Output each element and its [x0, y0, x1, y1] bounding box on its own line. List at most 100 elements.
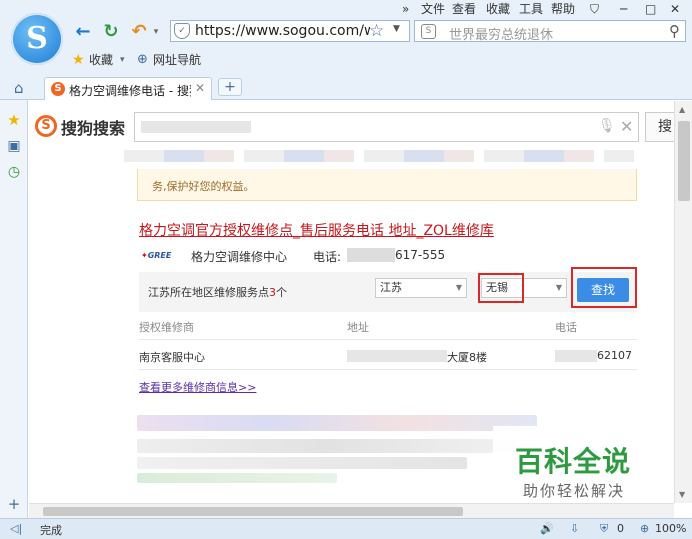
- tab-close-icon[interactable]: ✕: [195, 81, 205, 95]
- favorites-dropdown-icon[interactable]: ▾: [120, 52, 125, 68]
- status-count: 0: [617, 522, 624, 535]
- address-redacted: [347, 350, 447, 362]
- col-dealer: 授权维修商: [139, 321, 194, 334]
- search-button[interactable]: 搜: [645, 112, 674, 142]
- bookmark-site-nav[interactable]: 网址导航: [153, 52, 201, 68]
- filter-text: 江苏所在地区维修服务点3个: [148, 284, 287, 300]
- zoom-level[interactable]: 100%: [655, 522, 686, 535]
- phone-number: 617-555: [395, 248, 446, 262]
- browser-search-bar[interactable]: S 世界最穷总统退休 ⚲: [414, 20, 686, 43]
- query-input[interactable]: 🎙 ✕: [134, 112, 639, 142]
- horizontal-scrollbar[interactable]: [29, 503, 674, 518]
- address-input[interactable]: https://www.sogou.com/we: [195, 23, 370, 39]
- more-dealers-link[interactable]: 查看更多维修商信息>>: [139, 379, 256, 395]
- tab-strip: ⌂ S 格力空调维修电话 - 搜狗 ✕ +: [0, 74, 692, 100]
- sogou-browser-logo[interactable]: S: [11, 13, 63, 65]
- divider: [139, 339, 637, 340]
- row-phone: 62107: [597, 349, 632, 362]
- home-icon[interactable]: ⌂: [14, 79, 24, 97]
- refresh-icon[interactable]: ↻: [100, 22, 122, 42]
- sidebar-add-icon[interactable]: +: [6, 496, 22, 512]
- filter-count: 3: [269, 286, 276, 299]
- microphone-icon[interactable]: 🎙: [598, 118, 616, 134]
- scroll-down-icon[interactable]: ▼: [679, 490, 685, 499]
- result-title-link[interactable]: 格力空调官方授权维修点_售后服务电话 地址_ZOL维修库: [139, 220, 494, 240]
- vertical-scrollbar[interactable]: ▲ ▼: [674, 101, 692, 503]
- blurred-result-line: [137, 457, 467, 469]
- status-bar: ◁| 完成 🔊 ⇩ ⛨ 0 ⊕ 100%: [0, 518, 692, 539]
- zoom-icon[interactable]: ⊕: [640, 522, 649, 535]
- scroll-up-icon[interactable]: ▲: [679, 105, 685, 114]
- maximize-icon[interactable]: □: [645, 1, 656, 17]
- tab-title: 格力空调维修电话 - 搜狗: [69, 84, 191, 98]
- center-name: 格力空调维修中心: [191, 250, 288, 264]
- address-bar[interactable]: ✓ https://www.sogou.com/we ☆ ▼: [170, 20, 410, 42]
- blurred-query-text: [141, 121, 251, 133]
- watermark-main: 百科全说: [515, 445, 632, 478]
- filter-suffix: 个: [276, 286, 287, 299]
- sidebar-history-icon[interactable]: ◷: [6, 164, 22, 180]
- gree-logo: ✦GREE: [141, 251, 171, 260]
- highlight-find: [571, 267, 637, 308]
- gree-logo-mark: ✦: [141, 251, 148, 260]
- page-viewport: S 搜狗搜索 🎙 ✕ 搜 务,保护好您的权益。 格力空调官方授权维修点_售后服务…: [29, 101, 674, 503]
- sidebar-notes-icon[interactable]: ▣: [6, 138, 22, 154]
- menu-view[interactable]: 查看: [452, 1, 476, 17]
- logo-text: 搜狗搜索: [61, 119, 126, 138]
- vertical-scroll-thumb[interactable]: [678, 121, 690, 201]
- tab-active[interactable]: S 格力空调维修电话 - 搜狗 ✕: [44, 77, 212, 100]
- gree-logo-text: GREE: [147, 251, 172, 260]
- globe-icon: ⊕: [137, 52, 148, 67]
- filter-prefix: 江苏所在地区维修服务点: [148, 286, 269, 299]
- row-dealer-name: 南京客服中心: [139, 351, 205, 364]
- divider: [139, 369, 637, 370]
- phone-label: 电话:: [313, 250, 342, 264]
- row-phone-redacted: [555, 350, 597, 362]
- status-text: 完成: [40, 524, 62, 537]
- blurred-result-title: [137, 415, 537, 431]
- shield-icon: ✓: [174, 23, 190, 39]
- undo-close-icon[interactable]: ↶: [128, 22, 150, 42]
- skin-icon[interactable]: ⛉: [590, 1, 599, 17]
- blurred-result-url: [137, 473, 337, 483]
- menu-expand-icon[interactable]: »: [402, 1, 409, 17]
- notice-box: 务,保护好您的权益。: [137, 169, 637, 201]
- bookmark-favorites[interactable]: 收藏: [89, 52, 113, 68]
- star-icon[interactable]: ☆: [369, 21, 384, 41]
- download-icon[interactable]: ⇩: [570, 522, 579, 535]
- search-engine-icon[interactable]: S: [421, 24, 436, 39]
- sogou-favicon-icon: S: [51, 82, 65, 96]
- province-value: 江苏: [380, 281, 402, 294]
- menu-favorites[interactable]: 收藏: [486, 1, 510, 17]
- watermark-sub: 助你轻松解决: [523, 482, 626, 500]
- browser-sidebar: ★ ▣ ◷ +: [0, 100, 28, 518]
- minimize-icon[interactable]: ─: [620, 1, 627, 17]
- col-phone: 电话: [555, 321, 577, 334]
- highlight-city: [478, 273, 524, 303]
- menu-file[interactable]: 文件: [421, 1, 445, 17]
- province-select[interactable]: 江苏 ▼: [375, 278, 467, 298]
- col-address: 地址: [347, 321, 369, 334]
- sidebar-favorites-icon[interactable]: ★: [6, 112, 22, 128]
- row-address: 大厦8楼: [447, 351, 487, 364]
- horizontal-scroll-thumb[interactable]: [43, 507, 463, 516]
- sidebar-toggle-icon[interactable]: ◁|: [10, 522, 22, 535]
- address-dropdown-icon[interactable]: ▼: [393, 24, 400, 34]
- favorites-star-icon: ★: [72, 52, 85, 68]
- browser-search-input[interactable]: 世界最穷总统退休: [449, 24, 553, 43]
- sound-icon[interactable]: 🔊: [540, 522, 554, 535]
- menu-tools[interactable]: 工具: [519, 1, 543, 17]
- chevron-down-icon: ▼: [555, 283, 562, 292]
- search-icon[interactable]: ⚲: [669, 22, 680, 40]
- new-tab-button[interactable]: +: [218, 78, 242, 96]
- undo-dropdown-icon[interactable]: ▾: [150, 22, 162, 42]
- back-icon[interactable]: ←: [72, 22, 94, 42]
- notice-text: 务,保护好您的权益。: [152, 180, 255, 193]
- close-window-icon[interactable]: ✕: [670, 1, 680, 17]
- clear-icon[interactable]: ✕: [620, 117, 633, 136]
- browser-toolbar: S » 文件 查看 收藏 工具 帮助 ⛉ ─ □ ✕ ← ↻ ↶ ▾ ✓ htt…: [0, 0, 692, 100]
- blurred-tabs-strip: [124, 150, 634, 162]
- shield-status-icon[interactable]: ⛨: [600, 522, 608, 536]
- sogou-logo-icon: S: [35, 115, 57, 137]
- menu-help[interactable]: 帮助: [551, 1, 575, 17]
